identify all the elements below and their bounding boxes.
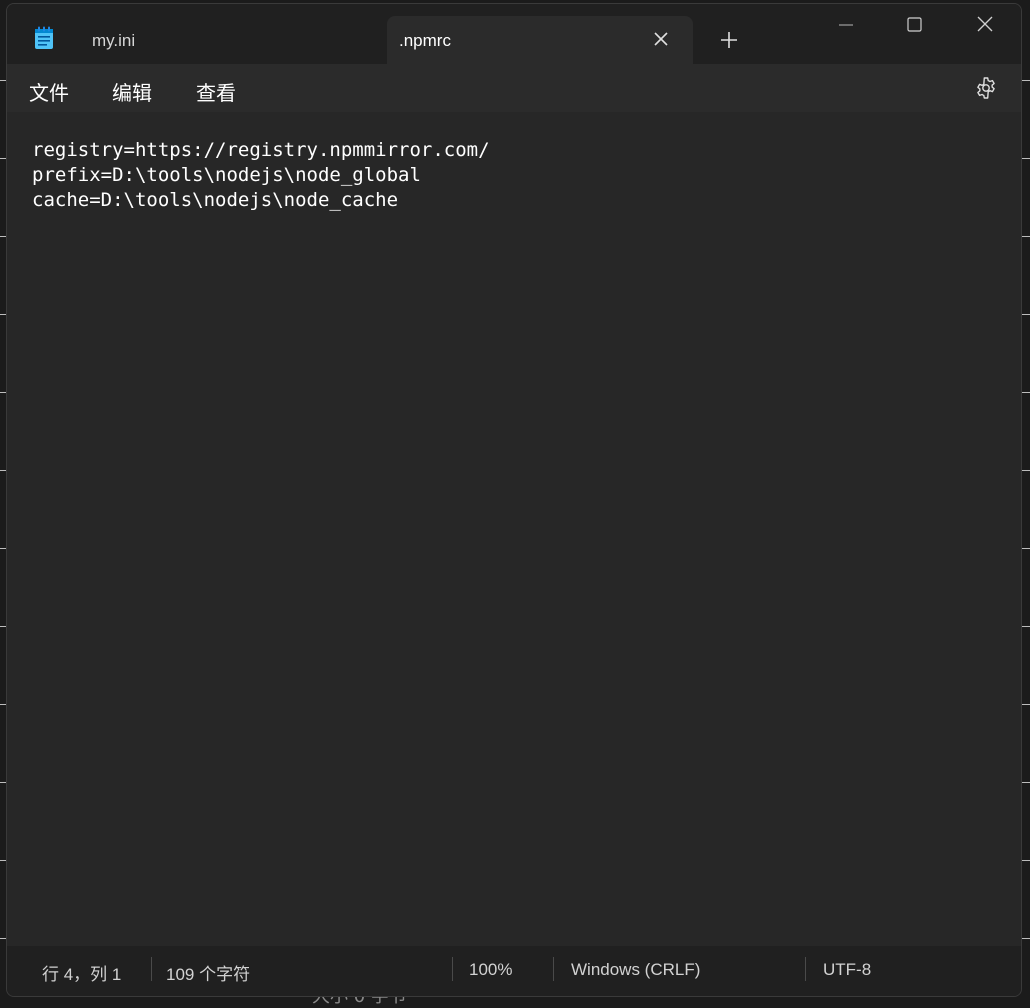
backdrop-line	[1022, 236, 1030, 237]
menu-view[interactable]: 查看	[196, 75, 236, 108]
status-bar: 行 4，列 1 109 个字符 100% Windows (CRLF) UTF-…	[7, 946, 1021, 996]
tab-my-ini[interactable]: my.ini	[11, 16, 387, 64]
tab-label: my.ini	[92, 31, 136, 50]
minimize-icon[interactable]	[823, 12, 869, 42]
backdrop-line	[1022, 782, 1030, 783]
backdrop-line	[1022, 704, 1030, 705]
backdrop-line	[1022, 938, 1030, 939]
menu-edit[interactable]: 编辑	[112, 75, 152, 108]
backdrop-line	[1022, 860, 1030, 861]
tab-npmrc[interactable]: .npmrc	[387, 16, 693, 64]
maximize-icon[interactable]	[891, 12, 937, 42]
status-divider	[553, 957, 554, 981]
character-count: 109 个字符	[166, 965, 251, 984]
status-divider	[805, 957, 806, 981]
cursor-position[interactable]: 行 4，列 1	[42, 960, 121, 985]
backdrop-line	[1022, 158, 1030, 159]
gear-icon[interactable]	[974, 76, 998, 100]
zoom-level[interactable]: 100%	[469, 960, 512, 980]
line-ending[interactable]: Windows (CRLF)	[571, 960, 700, 980]
title-bar[interactable]: my.ini .npmrc	[7, 4, 1021, 64]
tab-label: .npmrc	[399, 31, 451, 50]
backdrop-line	[1022, 548, 1030, 549]
status-divider	[452, 957, 453, 981]
notepad-window: my.ini .npmrc 文件 编辑 查看 registry=https://…	[6, 3, 1022, 997]
backdrop-line	[1022, 392, 1030, 393]
backdrop-line	[1022, 626, 1030, 627]
menu-file[interactable]: 文件	[29, 75, 69, 108]
backdrop-line	[1022, 470, 1030, 471]
status-divider	[151, 957, 152, 981]
encoding[interactable]: UTF-8	[823, 960, 871, 980]
notepad-icon	[35, 26, 53, 49]
backdrop-line	[1022, 80, 1030, 81]
backdrop-line	[1022, 314, 1030, 315]
close-icon[interactable]	[962, 12, 1008, 42]
plus-icon[interactable]	[719, 30, 739, 50]
close-icon[interactable]	[652, 30, 670, 48]
menu-bar: 文件 编辑 查看	[7, 64, 1021, 112]
editor-content[interactable]: registry=https://registry.npmmirror.com/…	[32, 138, 490, 213]
text-editor[interactable]: registry=https://registry.npmmirror.com/…	[7, 112, 1021, 946]
